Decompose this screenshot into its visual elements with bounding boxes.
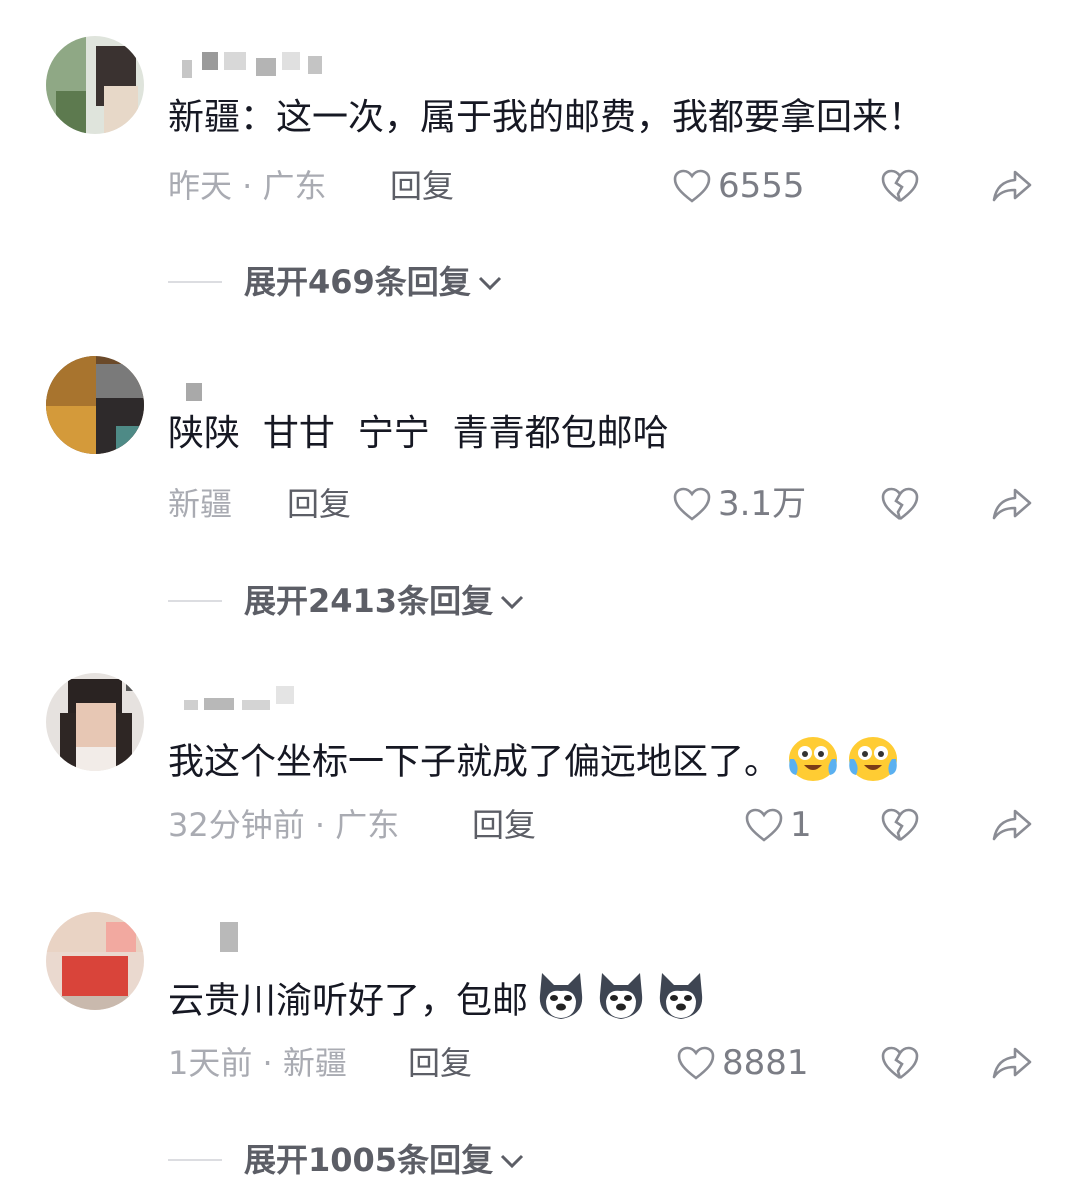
share-arrow-icon[interactable] [990, 807, 1034, 843]
reply-button[interactable]: 回复 [287, 484, 351, 524]
chevron-down-icon [501, 1154, 524, 1169]
cry-laugh-emoji [846, 733, 900, 794]
broken-heart-icon[interactable] [880, 486, 920, 522]
expand-replies-button[interactable]: 展开1005条回复 [168, 1140, 527, 1180]
expand-replies-button[interactable]: 展开2413条回复 [168, 581, 527, 621]
cry-laugh-emoji [786, 733, 840, 794]
avatar[interactable] [46, 356, 144, 454]
heart-outline-icon [673, 169, 711, 203]
like-count: 8881 [722, 1043, 809, 1083]
reply-button[interactable]: 回复 [472, 805, 536, 845]
broken-heart-icon[interactable] [880, 807, 920, 843]
like-button[interactable]: 8881 [676, 1043, 809, 1083]
broken-heart-icon[interactable] [880, 168, 920, 204]
chevron-down-icon [501, 595, 524, 610]
like-button[interactable]: 1 [744, 805, 812, 845]
heart-outline-icon [677, 1046, 715, 1080]
divider-line [168, 281, 222, 283]
heart-outline-icon [673, 487, 711, 521]
divider-line [168, 600, 222, 602]
comment-text-content: 云贵川渝听好了，包邮 [168, 980, 529, 1022]
share-arrow-icon[interactable] [990, 1045, 1034, 1081]
expand-replies-button[interactable]: 展开469条回复 [168, 262, 505, 302]
expand-replies-label: 展开469条回复 [244, 263, 471, 301]
like-count: 6555 [718, 166, 805, 206]
comment-meta: 新疆 [168, 485, 233, 523]
comment-text: 我这个坐标一下子就成了偏远地区了。 [168, 733, 900, 794]
husky-emoji [534, 971, 588, 1034]
expand-replies-label: 展开1005条回复 [244, 1141, 494, 1179]
chevron-down-icon [478, 276, 501, 291]
comment-text: 陕陕 甘甘 宁宁 青青都包邮哈 [168, 413, 669, 454]
comment-text: 云贵川渝听好了，包邮 [168, 971, 708, 1034]
avatar[interactable] [46, 36, 144, 134]
broken-heart-icon[interactable] [880, 1045, 920, 1081]
expand-replies-label: 展开2413条回复 [244, 582, 494, 620]
like-button[interactable]: 3.1万 [672, 484, 806, 524]
heart-outline-icon [745, 808, 783, 842]
comment-text-content: 我这个坐标一下子就成了偏远地区了。 [168, 741, 781, 783]
share-arrow-icon[interactable] [990, 486, 1034, 522]
comment-meta: 昨天 · 广东 [168, 167, 327, 205]
avatar[interactable] [46, 673, 144, 771]
divider-line [168, 1159, 222, 1161]
husky-emoji [654, 971, 708, 1034]
comment-meta: 32分钟前 · 广东 [168, 806, 400, 844]
comment-text: 新疆：这一次，属于我的邮费，我都要拿回来！ [168, 97, 925, 138]
reply-button[interactable]: 回复 [408, 1043, 472, 1083]
like-button[interactable]: 6555 [672, 166, 805, 206]
avatar[interactable] [46, 912, 144, 1010]
reply-button[interactable]: 回复 [390, 166, 454, 206]
share-arrow-icon[interactable] [990, 168, 1034, 204]
like-count: 3.1万 [718, 484, 807, 524]
like-count: 1 [790, 805, 812, 845]
comment-meta: 1天前 · 新疆 [168, 1044, 347, 1082]
husky-emoji [594, 971, 648, 1034]
